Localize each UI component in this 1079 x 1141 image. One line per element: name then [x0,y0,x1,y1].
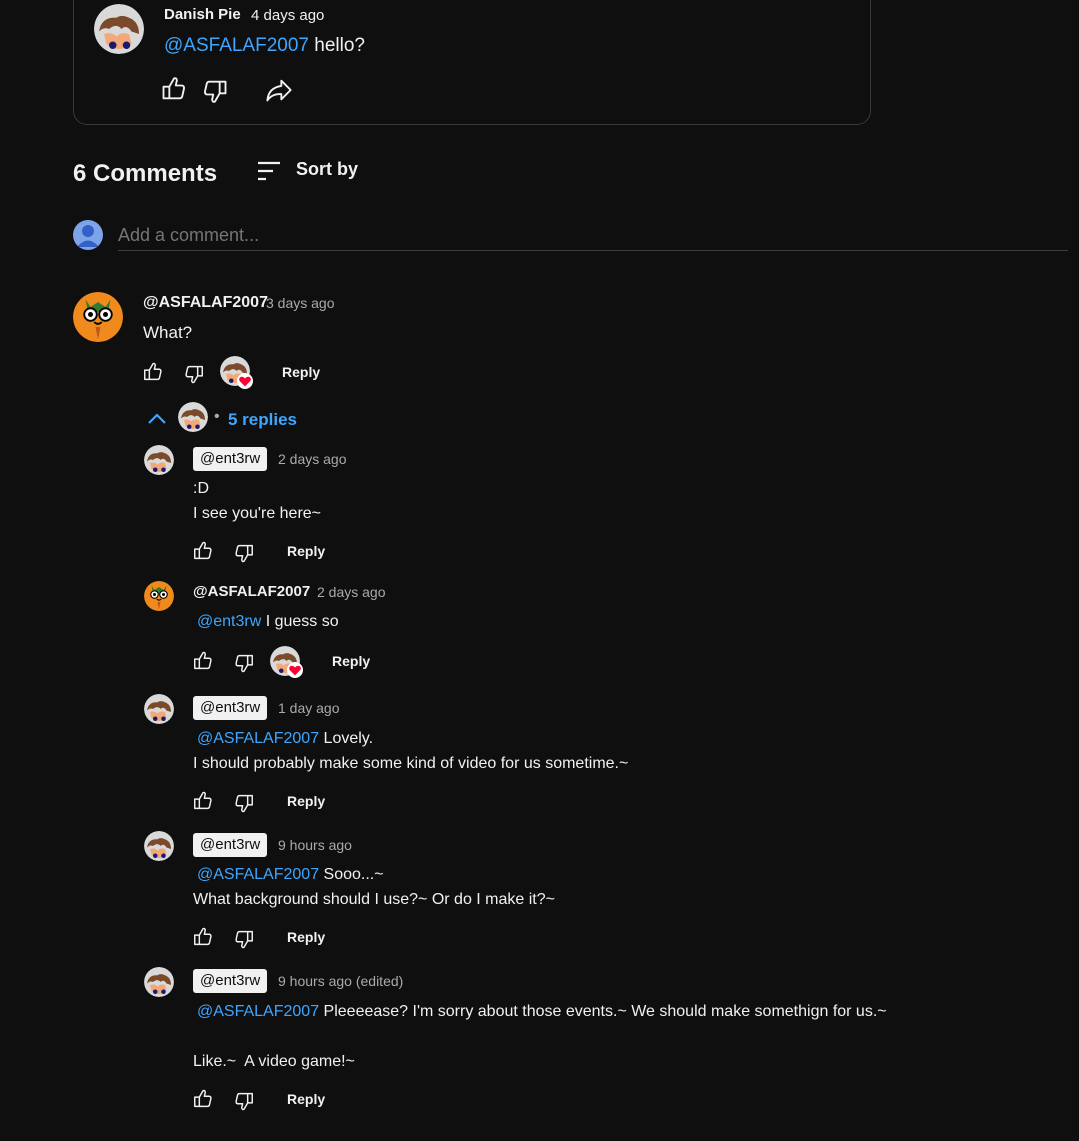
reply-avatar[interactable] [144,581,174,611]
like-icon[interactable] [192,650,214,672]
reply-time[interactable]: 1 day ago [278,700,340,716]
dislike-icon[interactable] [183,363,205,385]
reply-time[interactable]: 9 hours ago [278,837,352,853]
reply-time[interactable]: 9 hours ago (edited) [278,973,403,989]
reply-author-chip[interactable]: @ent3rw [193,447,268,471]
reply-mention-link[interactable]: @ent3rw [197,613,261,630]
top-comment-text: What? [143,323,193,342]
reply-author-chip[interactable]: @ent3rw [193,969,268,993]
reply-text-line: :D [193,480,209,497]
reply-button[interactable]: Reply [287,929,325,945]
dislike-icon[interactable] [233,1090,255,1112]
dislike-icon[interactable] [233,542,255,564]
like-icon[interactable] [142,361,164,383]
post-dislike-icon[interactable] [201,77,229,105]
post-text: hello? [314,35,365,56]
top-comment-avatar[interactable] [73,292,123,342]
top-comment-author[interactable]: @ASFALAF2007 [143,294,268,312]
reply-mention-link[interactable]: @ASFALAF2007 [197,1003,319,1020]
reply-button[interactable]: Reply [287,793,325,809]
add-comment-input[interactable] [118,220,1068,251]
reply-text-line: I see you're here~ [193,505,322,522]
reply-button[interactable]: Reply [287,1091,325,1107]
reply-time[interactable]: 2 days ago [278,451,347,467]
comments-count: 6 Comments [73,160,218,187]
sort-icon [256,160,282,182]
like-icon[interactable] [192,790,214,812]
reply-time[interactable]: 2 days ago [317,584,386,600]
post-author-avatar[interactable] [94,4,144,54]
reply-text-line: I should probably make some kind of vide… [193,755,629,772]
reply-text: Sooo...~ [323,866,384,883]
heart-icon [287,662,303,678]
reply-author[interactable]: @ASFALAF2007 [193,583,310,600]
reply-mention-link[interactable]: @ASFALAF2007 [197,866,319,883]
dot-separator: • [214,408,220,425]
reply-author-chip[interactable]: @ent3rw [193,696,268,720]
reply-text: Lovely. [323,730,374,747]
like-icon[interactable] [192,1088,214,1110]
reply-button[interactable]: Reply [332,653,370,669]
sort-by-label: Sort by [296,159,359,179]
reply-author-chip[interactable]: @ent3rw [193,833,268,857]
reply-button[interactable]: Reply [282,364,320,380]
like-icon[interactable] [192,540,214,562]
post-time: 4 days ago [251,7,325,24]
reply-button[interactable]: Reply [287,543,325,559]
reply-text: Pleeeease? I'm sorry about those events.… [323,1003,887,1020]
dislike-icon[interactable] [233,652,255,674]
reply-avatar[interactable] [144,831,174,861]
replies-count: 5 replies [228,410,297,429]
reply-text-line: Like.~ A video game!~ [193,1053,355,1070]
reply-mention-link[interactable]: @ASFALAF2007 [197,730,319,747]
reply-avatar[interactable] [144,445,174,475]
heart-icon [237,373,253,389]
like-icon[interactable] [192,926,214,948]
current-user-avatar [73,220,103,250]
share-icon[interactable] [264,76,294,104]
reply-avatar[interactable] [144,694,174,724]
replies-toggle[interactable]: • 5 replies [146,402,306,432]
reply-text: I guess so [265,613,339,630]
post-author-name[interactable]: Danish Pie [164,6,241,23]
dislike-icon[interactable] [233,928,255,950]
top-comment-time[interactable]: 3 days ago [266,295,335,311]
chevron-up-icon [146,410,168,426]
replies-preview-avatar [178,402,208,432]
reply-avatar[interactable] [144,967,174,997]
post-like-icon[interactable] [160,75,188,103]
reply-text-line: What background should I use?~ Or do I m… [193,891,555,908]
post-mention-link[interactable]: @ASFALAF2007 [164,35,309,56]
dislike-icon[interactable] [233,792,255,814]
